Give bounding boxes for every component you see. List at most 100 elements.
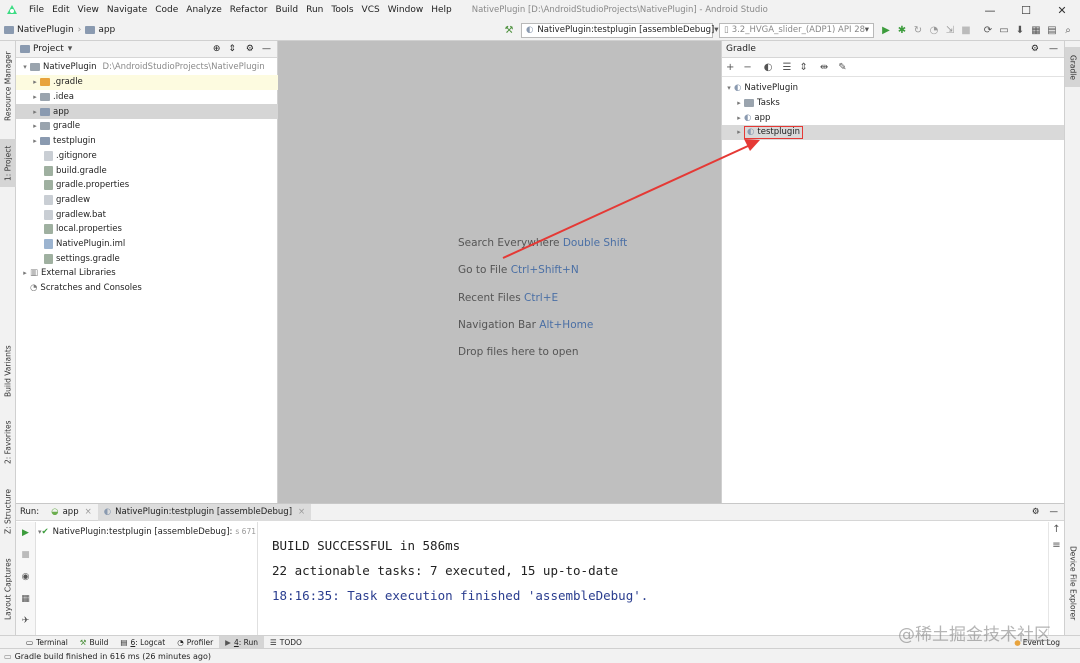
menu-analyze[interactable]: Analyze <box>182 5 225 15</box>
chevron-right-icon[interactable]: ▸ <box>30 122 40 130</box>
collapse-all-icon[interactable]: ⇕ <box>228 44 236 54</box>
chevron-right-icon[interactable]: ▸ <box>30 78 40 86</box>
menu-window[interactable]: Window <box>384 5 428 15</box>
tree-item-external-libraries[interactable]: ▸ ▥ External Libraries <box>16 266 278 281</box>
tree-item-gradle-properties[interactable]: gradle.properties <box>16 178 278 193</box>
make-project-button[interactable]: ⚒ <box>501 22 517 38</box>
close-icon[interactable]: × <box>85 507 92 517</box>
hide-panel-icon[interactable]: — <box>1049 44 1058 54</box>
gradle-item-app[interactable]: ▸ ◐ app <box>722 110 1065 125</box>
tab-terminal[interactable]: ▭ Terminal <box>20 636 74 649</box>
tab-profiler[interactable]: ◔ Profiler <box>171 636 219 649</box>
breadcrumb-project[interactable]: NativePlugin <box>0 25 78 35</box>
editor-area[interactable]: Search Everywhere Double Shift Go to Fil… <box>278 41 721 503</box>
gear-icon[interactable]: ⚙ <box>246 44 254 54</box>
gradle-item-testplugin[interactable]: ▸ ◐ testplugin <box>722 125 1065 140</box>
run-tab-app[interactable]: ◒ app × <box>45 504 98 521</box>
tab-structure[interactable]: Z: Structure <box>0 486 16 538</box>
sdk-manager-button[interactable]: ⬇ <box>1012 22 1028 38</box>
wrench-icon[interactable]: ✎ <box>838 62 846 73</box>
toggle-view-button[interactable]: ◉ <box>16 566 35 588</box>
expand-all-icon[interactable]: ☰ <box>783 62 792 73</box>
tree-item-build-gradle[interactable]: build.gradle <box>16 163 278 178</box>
tree-item-testplugin[interactable]: ▸ testplugin <box>16 134 278 149</box>
tab-resource-manager[interactable]: Resource Manager <box>0 47 16 125</box>
offline-mode-icon[interactable]: ⇹ <box>820 62 828 73</box>
chevron-down-icon[interactable]: ▾ <box>20 63 30 71</box>
minimize-button[interactable]: — <box>972 0 1008 20</box>
gear-icon[interactable]: ⚙ <box>1032 507 1040 517</box>
tab-project[interactable]: 1: Project <box>0 139 16 187</box>
tree-item-local-properties[interactable]: local.properties <box>16 222 278 237</box>
profile-button[interactable]: ◔ <box>926 22 942 38</box>
scroll-up-icon[interactable]: ↑ <box>1049 522 1064 538</box>
tree-item-scratches[interactable]: ◔ Scratches and Consoles <box>16 281 278 296</box>
hide-panel-icon[interactable]: — <box>262 44 271 54</box>
chevron-right-icon[interactable]: ▸ <box>734 128 744 136</box>
run-configuration-select[interactable]: ◐ NativePlugin:testplugin [assembleDebug… <box>521 22 719 38</box>
tree-item-iml[interactable]: NativePlugin.iml <box>16 237 278 252</box>
avd-manager-button[interactable]: ▭ <box>996 22 1012 38</box>
run-tab-testplugin[interactable]: ◐ NativePlugin:testplugin [assembleDebug… <box>97 503 312 521</box>
menu-vcs[interactable]: VCS <box>358 5 384 15</box>
tree-item-dot-gradle[interactable]: ▸ .gradle <box>16 75 278 90</box>
menu-view[interactable]: View <box>74 5 103 15</box>
menu-navigate[interactable]: Navigate <box>103 5 151 15</box>
debug-button[interactable]: ✱ <box>894 22 910 38</box>
chevron-down-icon[interactable]: ▾ <box>724 84 734 92</box>
tab-favorites[interactable]: 2: Favorites <box>0 416 16 468</box>
chevron-right-icon[interactable]: ▸ <box>30 93 40 101</box>
menu-run[interactable]: Run <box>302 5 327 15</box>
tree-item-idea[interactable]: ▸ .idea <box>16 90 278 105</box>
chevron-right-icon[interactable]: ▸ <box>734 114 744 122</box>
chevron-right-icon[interactable]: ▸ <box>734 99 744 107</box>
menu-tools[interactable]: Tools <box>327 5 357 15</box>
menu-build[interactable]: Build <box>272 5 303 15</box>
menu-code[interactable]: Code <box>151 5 182 15</box>
apply-changes-button[interactable]: ↻ <box>910 22 926 38</box>
add-icon[interactable]: + <box>726 62 734 73</box>
menu-refactor[interactable]: Refactor <box>226 5 272 15</box>
run-button[interactable]: ▶ <box>878 22 894 38</box>
soft-wrap-icon[interactable]: ≡ <box>1049 538 1064 554</box>
stop-button[interactable]: ■ <box>958 22 974 38</box>
search-everywhere-button[interactable]: ⌕ <box>1060 22 1076 38</box>
close-window-button[interactable]: ✕ <box>1044 0 1080 20</box>
attach-debugger-button[interactable]: ⇲ <box>942 22 958 38</box>
stop-button[interactable]: ■ <box>16 544 35 566</box>
tree-item-gradle[interactable]: ▸ gradle <box>16 119 278 134</box>
device-select[interactable]: ▯ 3.2_HVGA_slider_(ADP1) API 28 ▾ <box>719 22 874 38</box>
tab-build-variants[interactable]: Build Variants <box>0 341 16 401</box>
scroll-from-source-icon[interactable]: ⊕ <box>213 44 221 54</box>
tab-logcat[interactable]: ▤ 6: Logcat <box>114 636 171 649</box>
pin-button[interactable]: ✈ <box>16 610 35 632</box>
gradle-item-nativeplugin[interactable]: ▾ ◐ NativePlugin <box>722 81 1065 96</box>
chevron-right-icon[interactable]: ▸ <box>30 137 40 145</box>
sync-gradle-button[interactable]: ⟳ <box>980 22 996 38</box>
tab-build[interactable]: ⚒ Build <box>74 636 115 649</box>
project-view-select[interactable]: Project <box>33 44 64 54</box>
tab-gradle[interactable]: Gradle <box>1065 47 1080 87</box>
chevron-right-icon[interactable]: ▸ <box>20 269 30 277</box>
run-tree-item[interactable]: ▾ ✔ NativePlugin:testplugin [assembleDeb… <box>36 524 258 539</box>
rerun-button[interactable]: ▶ <box>16 522 35 544</box>
maximize-button[interactable]: ☐ <box>1008 0 1044 20</box>
execute-task-icon[interactable]: ◐ <box>764 62 773 73</box>
breadcrumb-app[interactable]: app <box>81 25 119 35</box>
chevron-right-icon[interactable]: ▸ <box>30 108 40 116</box>
project-structure-button[interactable]: ▤ <box>1044 22 1060 38</box>
menu-help[interactable]: Help <box>427 5 456 15</box>
remove-icon[interactable]: − <box>743 62 751 73</box>
tree-item-gradlew[interactable]: gradlew <box>16 193 278 208</box>
gear-icon[interactable]: ⚙ <box>1031 44 1039 54</box>
collapse-all-icon[interactable]: ⇕ <box>799 62 807 73</box>
chevron-down-icon[interactable]: ▾ <box>68 44 73 54</box>
tree-item-nativeplugin[interactable]: ▾ NativePlugin D:\AndroidStudioProjects\… <box>16 60 278 75</box>
menu-edit[interactable]: Edit <box>48 5 73 15</box>
close-icon[interactable]: × <box>298 507 305 517</box>
layout-inspector-button[interactable]: ▦ <box>1028 22 1044 38</box>
hide-panel-icon[interactable]: — <box>1050 507 1059 517</box>
tree-item-gitignore[interactable]: .gitignore <box>16 149 278 164</box>
tree-item-gradlew-bat[interactable]: gradlew.bat <box>16 207 278 222</box>
layout-button[interactable]: ▦ <box>16 588 35 610</box>
